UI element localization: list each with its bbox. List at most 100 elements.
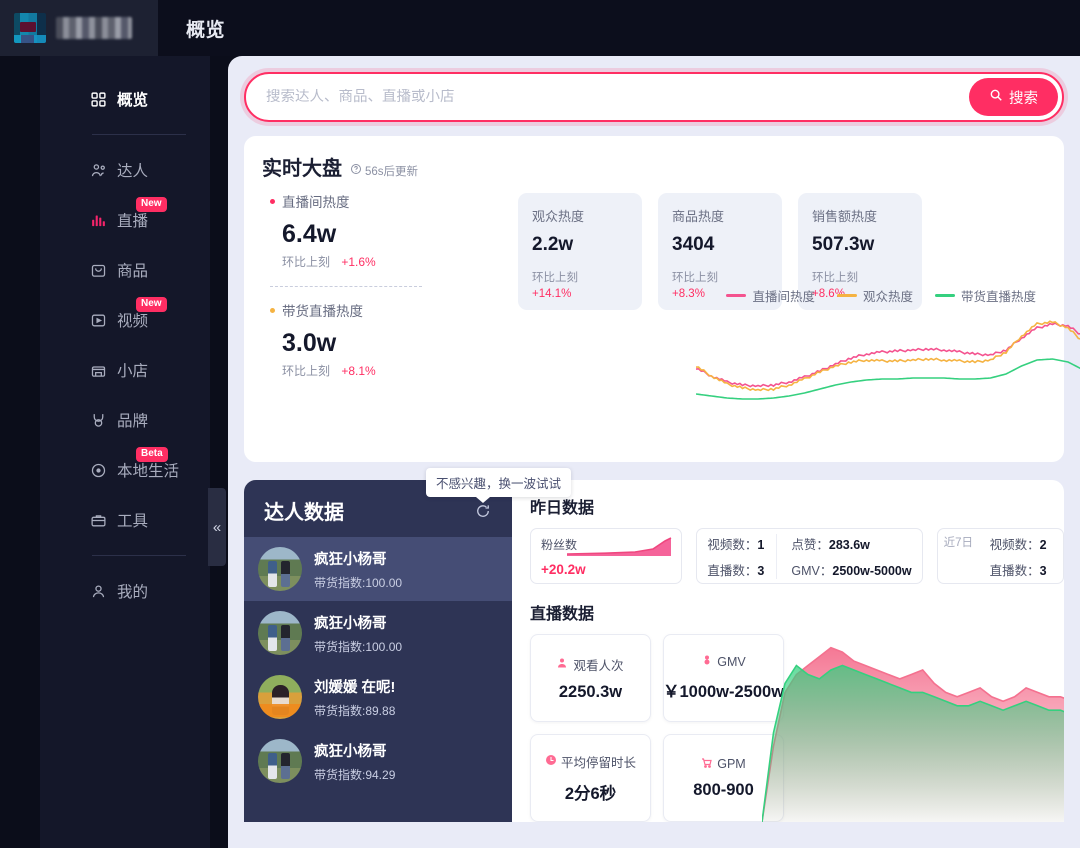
yesterday-stats-card: 视频数：1 直播数：3 点赞：283.6w GMV：2500w-5000w <box>696 528 923 584</box>
fans-card: 粉丝数 +20.2w <box>530 528 683 584</box>
sidebar-label: 商品 <box>117 263 149 280</box>
metric-commerce-heat-label: 带货直播热度 <box>270 300 518 320</box>
stats-col-left: 视频数：1 直播数：3 <box>707 534 764 579</box>
metric-commerce-heat-change: 环比上刻 +8.1% <box>282 364 376 378</box>
play-icon <box>90 312 107 329</box>
avatar <box>258 611 302 655</box>
avatar <box>258 547 302 591</box>
sidebar-label: 达人 <box>117 163 149 180</box>
sidebar-item-talent[interactable]: 达人 <box>40 145 210 195</box>
yesterday-cards: 粉丝数 +20.2w 视频数：1 直播数：3 点赞：283.6w GMV：250… <box>530 528 1064 584</box>
sidebar-label: 品牌 <box>117 413 149 430</box>
viewers-icon <box>557 657 569 672</box>
badge-beta: Beta <box>136 447 168 462</box>
stat-video-count: 视频数：1 <box>707 537 765 552</box>
realtime-primary-metrics: 直播间热度 6.4w 环比上刻 +1.6% 带货直播热度 3.0w 环比上刻 +… <box>262 191 518 379</box>
legend-item-room-heat: 直播间热度 <box>726 286 815 305</box>
live-data-title: 直播数据 <box>530 606 595 623</box>
sidebar-item-video[interactable]: New 视频 <box>40 295 210 345</box>
sidebar-item-tools[interactable]: 工具 <box>40 495 210 545</box>
sidebar-label: 本地生活 <box>117 463 180 480</box>
talent-panel-title: 达人数据 <box>264 502 344 524</box>
search-input[interactable] <box>266 89 969 105</box>
badge-new: New <box>136 197 167 212</box>
not-interested-tooltip: 不感兴趣，换一波试试 <box>426 468 572 503</box>
bag-icon <box>90 262 107 279</box>
stat-likes: 点赞：283.6w <box>791 537 870 552</box>
sidebar-item-overview[interactable]: 概览 <box>40 74 210 124</box>
realtime-header: 实时大盘 56s后更新 <box>262 152 1046 181</box>
talent-row[interactable]: 疯狂小杨哥 带货指数:94.29 <box>244 729 512 793</box>
sidebar-item-product[interactable]: 商品 <box>40 245 210 295</box>
sidebar-label: 概览 <box>117 92 149 109</box>
sidebar-item-local-life[interactable]: Beta 本地生活 <box>40 445 210 495</box>
stats-col-right: 点赞：283.6w GMV：2500w-5000w <box>776 533 912 579</box>
live-card-avg-stay: 平均停留时长 2分6秒 <box>530 734 651 822</box>
sidebar-item-live[interactable]: New 直播 <box>40 195 210 245</box>
live-area-chart <box>762 632 1064 822</box>
page-title: 概览 <box>186 19 226 41</box>
talent-row[interactable]: 疯狂小杨哥 带货指数:100.00 <box>244 537 512 601</box>
shop-icon <box>90 362 107 379</box>
search-button[interactable]: 搜索 <box>969 78 1058 116</box>
chevron-double-left-icon: « <box>212 518 222 536</box>
question-circle-icon <box>350 163 362 178</box>
dot-icon <box>270 198 275 204</box>
clock-icon <box>545 754 557 769</box>
talent-panel: 达人数据 疯狂小杨哥 带货指数:100.00 疯狂小杨哥 带货指数:100.00… <box>244 480 512 822</box>
legend-swatch <box>934 294 955 297</box>
talent-detail-panel: 昨日数据 粉丝数 +20.2w 视频数：1 直播数：3 点赞：283.6w GM… <box>512 480 1064 822</box>
app-logo-icon <box>14 13 46 43</box>
person-icon <box>90 583 107 600</box>
users-icon <box>90 162 107 179</box>
legend-swatch <box>836 294 857 297</box>
cart-icon <box>701 757 713 772</box>
brand-name-masked <box>56 17 132 39</box>
sidebar-collapse-button[interactable]: « <box>208 488 226 566</box>
sidebar-label: 我的 <box>117 584 149 601</box>
chart-legend: 直播间热度 观众热度 带货直播热度 <box>726 286 1036 305</box>
legend-item-commerce-heat: 带货直播热度 <box>934 286 1036 305</box>
sidebar-label: 工具 <box>117 513 149 530</box>
fans-sparkline <box>567 537 672 556</box>
app-root: 概览 概览 达人 New 直播 商品 New 视频 小店 品牌 Beta 本地生… <box>0 0 1080 848</box>
bottom-section: 不感兴趣，换一波试试 达人数据 疯狂小杨哥 带货指数:100.00 疯狂小杨哥 … <box>244 468 1064 822</box>
sidebar-item-mine[interactable]: 我的 <box>40 566 210 616</box>
week-stat-video: 视频数：2 <box>989 537 1047 552</box>
avatar <box>258 739 302 783</box>
metric-room-heat-change: 环比上刻 +1.6% <box>282 255 376 269</box>
stat-gmv: GMV：2500w-5000w <box>791 563 912 578</box>
search-icon <box>989 88 1003 106</box>
badge-new: New <box>136 297 167 312</box>
realtime-trend-chart <box>696 306 1080 416</box>
mini-card-viewers: 观众热度 2.2w 环比上刻 +14.1% <box>518 193 642 310</box>
week-tag: 近7日 <box>943 537 974 549</box>
refresh-icon[interactable] <box>474 502 492 520</box>
sidebar-item-shop[interactable]: 小店 <box>40 345 210 395</box>
sidebar-label: 视频 <box>117 313 149 330</box>
sidebar-label: 直播 <box>117 213 149 230</box>
metric-room-heat-label: 直播间热度 <box>270 191 518 211</box>
metric-commerce-heat-value: 3.0w <box>282 329 337 357</box>
sidebar-item-brand[interactable]: 品牌 <box>40 395 210 445</box>
top-bar: 概览 <box>0 0 1080 56</box>
talent-row[interactable]: 疯狂小杨哥 带货指数:100.00 <box>244 601 512 665</box>
brand-block[interactable] <box>0 0 158 56</box>
stat-live-count: 直播数：3 <box>707 563 765 578</box>
medal-icon <box>90 412 107 429</box>
metric-divider <box>270 286 422 287</box>
refresh-countdown: 56s后更新 <box>365 165 419 178</box>
grid-icon <box>90 91 107 108</box>
sidebar: 概览 达人 New 直播 商品 New 视频 小店 品牌 Beta 本地生活 工… <box>40 56 210 848</box>
sidebar-label: 小店 <box>117 363 149 380</box>
metric-room-heat-value: 6.4w <box>282 220 337 248</box>
realtime-refresh-hint: 56s后更新 <box>350 163 418 179</box>
sidebar-divider-bottom <box>92 555 186 556</box>
legend-swatch <box>726 294 747 297</box>
search-bar[interactable]: 搜索 <box>244 72 1064 122</box>
yesterday-title: 昨日数据 <box>530 500 595 517</box>
avatar <box>258 675 302 719</box>
bars-icon <box>90 212 107 229</box>
sidebar-divider-top <box>92 134 186 135</box>
talent-row[interactable]: 刘媛媛 在呢! 带货指数:89.88 <box>244 665 512 729</box>
